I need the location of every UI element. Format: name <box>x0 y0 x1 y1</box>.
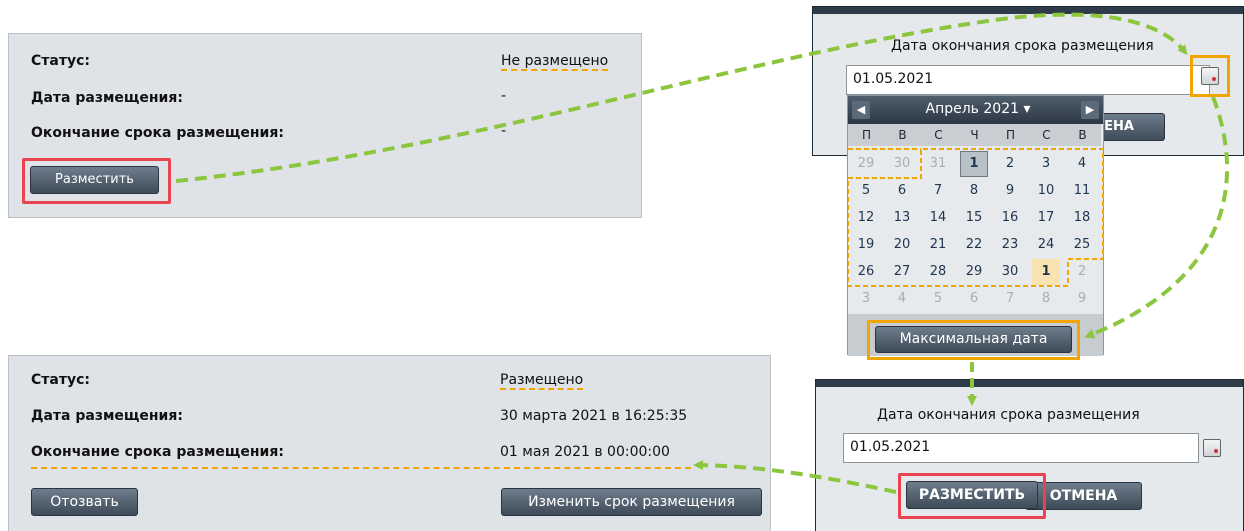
weekday-header: В <box>1064 124 1101 146</box>
end-row-underline <box>31 467 691 469</box>
calendar-day[interactable]: 3 <box>852 286 880 312</box>
calendar-day[interactable]: 28 <box>924 259 952 285</box>
calendar-header: ◀ Апрель 2021 ▾ ▶ <box>848 96 1103 124</box>
calendar-day[interactable]: 26 <box>852 259 880 285</box>
calendar-day[interactable]: 25 <box>1068 232 1096 258</box>
chevron-down-icon: ▾ <box>1023 101 1031 117</box>
calendar-day[interactable]: 21 <box>924 232 952 258</box>
revoke-button[interactable]: Отозвать <box>31 488 138 516</box>
placement-date-label: Дата размещения: <box>31 90 183 106</box>
placement-end-label: Окончание срока размещения: <box>31 444 284 460</box>
calendar-icon[interactable] <box>1203 439 1221 457</box>
place-button[interactable]: Разместить <box>30 166 159 194</box>
next-month-icon[interactable]: ▶ <box>1081 101 1099 119</box>
calendar-day[interactable]: 15 <box>960 205 988 231</box>
weekday-header: В <box>884 124 921 146</box>
calendar-day[interactable]: 9 <box>1068 286 1096 312</box>
dialog-title: Дата окончания срока размещения <box>877 407 1140 423</box>
month-year-text: Апрель 2021 <box>925 101 1020 117</box>
calendar-day[interactable]: 5 <box>852 178 880 204</box>
calendar-day[interactable]: 18 <box>1068 205 1096 231</box>
calendar-day[interactable]: 14 <box>924 205 952 231</box>
dialog-title: Дата окончания срока размещения <box>891 38 1154 54</box>
weekday-header: П <box>992 124 1029 146</box>
dialog-header-bar <box>813 7 1243 14</box>
calendar-day[interactable]: 20 <box>888 232 916 258</box>
calendar-day[interactable]: 27 <box>888 259 916 285</box>
calendar-month-label[interactable]: Апрель 2021 ▾ <box>908 101 1048 117</box>
calendar-day[interactable]: 13 <box>888 205 916 231</box>
weekday-header: Ч <box>956 124 993 146</box>
prev-month-icon[interactable]: ◀ <box>852 101 870 119</box>
status-label: Статус: <box>31 53 90 69</box>
calendar-day[interactable]: 24 <box>1032 232 1060 258</box>
calendar-day[interactable]: 17 <box>1032 205 1060 231</box>
weekday-header: П <box>848 124 885 146</box>
change-term-button[interactable]: Изменить срок размещения <box>501 488 762 516</box>
calendar-day[interactable]: 9 <box>996 178 1024 204</box>
calendar-day[interactable]: 22 <box>960 232 988 258</box>
placement-end-label: Окончание срока размещения: <box>31 125 284 141</box>
calendar-day[interactable]: 23 <box>996 232 1024 258</box>
placement-date-value: - <box>501 88 507 104</box>
calendar-day[interactable]: 30 <box>888 151 916 177</box>
calendar-day[interactable]: 6 <box>888 178 916 204</box>
calendar-day[interactable]: 7 <box>996 286 1024 312</box>
calendar-day[interactable]: 6 <box>960 286 988 312</box>
calendar-icon[interactable] <box>1201 67 1219 85</box>
calendar-day[interactable]: 8 <box>960 178 988 204</box>
placement-date-label: Дата размещения: <box>31 408 183 424</box>
calendar-day[interactable]: 16 <box>996 205 1024 231</box>
status-value: Размещено <box>500 372 584 390</box>
calendar-day[interactable]: 3 <box>1032 151 1060 177</box>
calendar-day[interactable]: 2 <box>1068 259 1096 285</box>
calendar-day[interactable]: 1 <box>1032 259 1060 285</box>
placement-date-value: 30 марта 2021 в 16:25:35 <box>500 408 688 424</box>
date-picker-calendar: ◀ Апрель 2021 ▾ ▶ ПВСЧПСВ 29 30 31 1 2 3 4 5 6 7 8… <box>847 95 1104 356</box>
calendar-day[interactable]: 2 <box>996 151 1024 177</box>
weekday-header: С <box>1028 124 1065 146</box>
calendar-day[interactable]: 10 <box>1032 178 1060 204</box>
placement-end-value: 01 мая 2021 в 00:00:00 <box>500 444 670 460</box>
calendar-day[interactable]: 1 <box>960 151 988 177</box>
calendar-day[interactable]: 29 <box>960 259 988 285</box>
status-value: Не размещено <box>501 53 609 71</box>
weekday-header: С <box>920 124 957 146</box>
status-panel-after: Статус: Размещено Дата размещения: 30 ма… <box>8 355 771 531</box>
calendar-day[interactable]: 30 <box>996 259 1024 285</box>
status-label: Статус: <box>31 372 90 388</box>
calendar-day[interactable]: 5 <box>924 286 952 312</box>
calendar-day[interactable]: 11 <box>1068 178 1096 204</box>
calendar-day[interactable]: 7 <box>924 178 952 204</box>
end-date-input[interactable]: 01.05.2021 <box>846 65 1210 95</box>
end-date-input[interactable]: 01.05.2021 <box>843 433 1199 463</box>
calendar-day[interactable]: 12 <box>852 205 880 231</box>
confirm-place-button[interactable]: РАЗМЕСТИТЬ <box>906 481 1038 509</box>
calendar-day[interactable]: 31 <box>924 151 952 177</box>
dialog-header-bar <box>816 380 1243 387</box>
max-date-button[interactable]: Максимальная дата <box>875 326 1072 353</box>
placement-end-value: - <box>501 123 507 139</box>
calendar-day[interactable]: 19 <box>852 232 880 258</box>
calendar-day[interactable]: 29 <box>852 151 880 177</box>
calendar-day[interactable]: 4 <box>888 286 916 312</box>
calendar-day[interactable]: 4 <box>1068 151 1096 177</box>
calendar-day[interactable]: 8 <box>1032 286 1060 312</box>
